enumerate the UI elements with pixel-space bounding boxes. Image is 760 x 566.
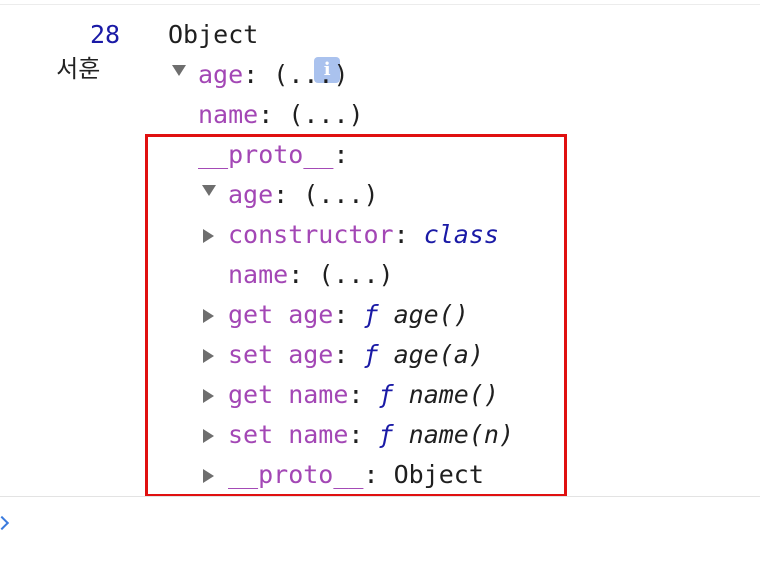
property-value: Object [393, 460, 484, 489]
function-symbol: ƒ [363, 300, 379, 329]
property-getter-value[interactable]: (...) [288, 100, 363, 129]
triangle-right-icon[interactable] [203, 309, 214, 323]
object-label[interactable]: Object [168, 18, 258, 52]
triangle-right-icon[interactable] [203, 469, 214, 483]
property-getter-value[interactable]: (...) [273, 60, 348, 89]
top-divider [0, 4, 760, 5]
proto-item-name[interactable]: name: (...) [228, 258, 394, 292]
proto-item-set-age[interactable]: set age: ƒ age(a) [228, 338, 484, 372]
property-getter-value[interactable]: (...) [318, 260, 393, 289]
console-divider [0, 496, 760, 497]
proto-item-constructor-expander[interactable] [203, 218, 214, 252]
proto-item-age[interactable]: age: (...) [228, 178, 379, 212]
property-separator: : [363, 460, 394, 489]
property-separator: : [288, 260, 319, 289]
proto-item-get-age-expander[interactable] [203, 298, 214, 332]
property-separator: : [348, 420, 379, 449]
function-symbol: ƒ [378, 420, 394, 449]
property-separator: : [243, 60, 274, 89]
proto-separator: : [333, 140, 349, 169]
property-key: set name [228, 420, 349, 449]
proto-item-set-age-expander[interactable] [203, 338, 214, 372]
proto-item-get-name-expander[interactable] [203, 378, 214, 412]
triangle-right-icon[interactable] [203, 389, 214, 403]
proto-item-proto[interactable]: __proto__: Object [228, 458, 484, 492]
function-symbol: ƒ [363, 340, 379, 369]
property-key: name [228, 260, 289, 289]
property-separator: : [273, 180, 304, 209]
proto-item-get-name[interactable]: get name: ƒ name() [228, 378, 499, 412]
property-key: set age [228, 340, 334, 369]
log-prefix-text: 서훈 [56, 55, 101, 83]
property-getter-value[interactable]: (...) [303, 180, 378, 209]
property-value: age() [378, 300, 469, 329]
proto-item-get-age[interactable]: get age: ƒ age() [228, 298, 469, 332]
proto-item-proto-expander[interactable] [203, 458, 214, 492]
proto-item-set-name-expander[interactable] [203, 418, 214, 452]
property-value: age(a) [378, 340, 484, 369]
property-row-age[interactable]: age: (...) [198, 58, 349, 92]
property-key: __proto__ [228, 460, 364, 489]
triangle-down-icon[interactable] [202, 184, 217, 196]
triangle-right-icon[interactable] [203, 349, 214, 363]
property-row-name[interactable]: name: (...) [198, 98, 364, 132]
triangle-right-icon[interactable] [203, 429, 214, 443]
function-symbol: ƒ [378, 380, 394, 409]
property-key: age [198, 60, 244, 89]
log-number: 28 [90, 20, 121, 49]
property-value: name() [393, 380, 499, 409]
property-key: age [228, 180, 274, 209]
property-key: get age [228, 300, 334, 329]
property-value: class [423, 220, 499, 249]
property-value: name(n) [393, 420, 515, 449]
proto-item-constructor[interactable]: constructor: class [228, 218, 499, 252]
property-separator: : [258, 100, 289, 129]
property-separator: : [348, 380, 379, 409]
info-badge[interactable]: i [284, 18, 341, 83]
property-separator: : [393, 220, 424, 249]
property-separator: : [333, 340, 364, 369]
proto-row[interactable]: __proto__: [198, 138, 349, 172]
chevron-right-icon [0, 515, 10, 531]
property-key: constructor [228, 220, 394, 249]
property-key: get name [228, 380, 349, 409]
property-key: name [198, 100, 259, 129]
proto-key: __proto__ [198, 140, 334, 169]
property-separator: : [333, 300, 364, 329]
triangle-right-icon[interactable] [203, 229, 214, 243]
triangle-down-icon[interactable] [172, 64, 187, 76]
proto-item-set-name[interactable]: set name: ƒ name(n) [228, 418, 514, 452]
